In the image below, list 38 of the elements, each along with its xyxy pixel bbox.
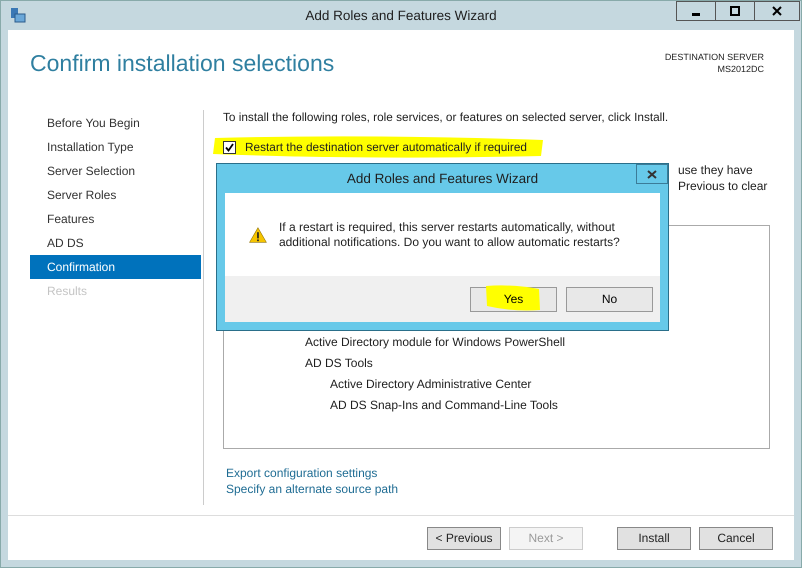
feature-item: AD DS Tools	[305, 355, 374, 372]
server-label: DESTINATION SERVER	[664, 51, 764, 63]
wizard-button[interactable]: Install	[617, 526, 691, 550]
description-text: Previous to clear	[678, 178, 768, 194]
maximize-icon	[730, 6, 740, 16]
dialog-button[interactable]: No	[566, 286, 653, 312]
close-button[interactable]	[754, 1, 800, 21]
description-text: use they have	[678, 162, 754, 178]
wizard-step[interactable]: Confirmation	[30, 255, 201, 279]
feature-item: Active Directory Administrative Center	[330, 376, 532, 393]
minimize-button[interactable]	[676, 1, 716, 21]
close-button[interactable]	[636, 164, 668, 184]
feature-item: AD DS Snap-Ins and Command-Line Tools	[330, 397, 559, 414]
wizard-step[interactable]: Installation Type	[30, 135, 201, 159]
server-icon	[10, 7, 26, 23]
page-title: Confirm installation selections	[30, 50, 334, 78]
wizard-step[interactable]: Before You Begin	[30, 111, 201, 135]
wizard-step[interactable]: Features	[30, 207, 201, 231]
option-link[interactable]: Export configuration settings	[226, 465, 378, 481]
restart-checkbox[interactable]	[223, 140, 236, 154]
wizard-button[interactable]: < Previous	[427, 526, 501, 550]
wizard-step[interactable]: AD DS	[30, 231, 201, 255]
wizard-step[interactable]: Server Selection	[30, 159, 201, 183]
dialog-title: Add Roles and Features Wizard	[346, 171, 538, 186]
feature-item: Active Directory module for Windows PowerShell	[305, 334, 566, 351]
close-icon	[772, 6, 782, 16]
option-link[interactable]: Specify an alternate source path	[226, 481, 398, 497]
minimize-icon	[692, 12, 700, 16]
window-title: Add Roles and Features Wizard	[305, 8, 497, 23]
dialog-message: If a restart is required, this server restarts automatically, without additional notifications. Do you want to allow automatic restarts?	[278, 220, 621, 250]
wizard-step[interactable]: Server Roles	[30, 183, 201, 207]
server-name: MS2012DC	[717, 63, 764, 75]
maximize-button[interactable]	[715, 1, 755, 21]
intro-text: To install the following roles, role services, or features on selected server, click Install.	[223, 110, 670, 124]
close-icon	[647, 170, 657, 178]
wizard-button[interactable]: Cancel	[699, 526, 773, 550]
dialog-button[interactable]: Yes	[470, 286, 557, 312]
restart-label: Restart the destination server automatically if required	[245, 140, 527, 154]
